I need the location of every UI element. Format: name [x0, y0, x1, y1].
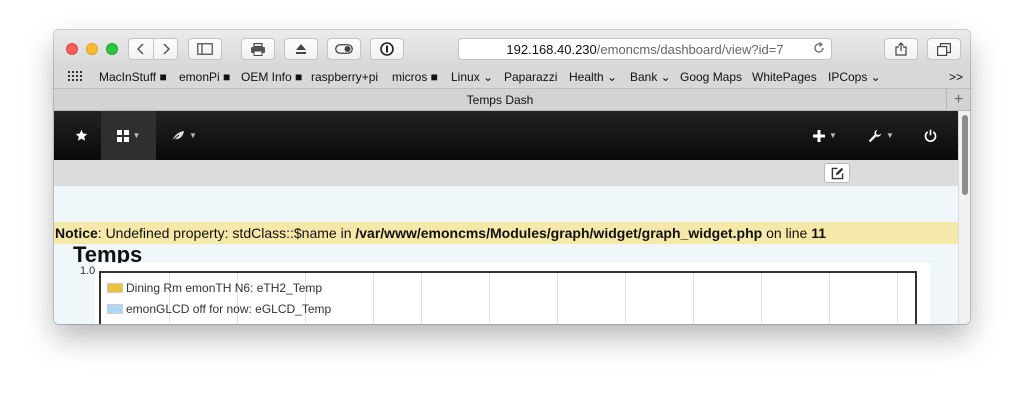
- tabs-overview-button[interactable]: [927, 38, 961, 60]
- close-window-button[interactable]: [66, 43, 78, 55]
- legend-label: emonGLCD off for now: eGLCD_Temp: [126, 302, 332, 316]
- notice-line-text: on line: [762, 225, 812, 241]
- edit-icon: [831, 167, 843, 179]
- address-bar[interactable]: 192.168.40.230/emoncms/dashboard/view?id…: [458, 38, 832, 60]
- grid-line: [897, 273, 898, 324]
- bookmark-micros[interactable]: micros ■: [392, 70, 438, 84]
- grid-line: [693, 273, 694, 324]
- eject-button[interactable]: [284, 38, 318, 60]
- bookmark-bank[interactable]: Bank ⌄: [630, 70, 671, 84]
- star-icon: [75, 129, 87, 141]
- top-sites-grid-icon[interactable]: [68, 71, 82, 83]
- chevron-down-icon: ▼: [189, 131, 197, 140]
- graph-plot-area[interactable]: Dining Rm emonTH N6: eTH2_Temp emonGLCD …: [99, 271, 917, 324]
- php-notice-banner: Notice: Undefined property: stdClass::$n…: [54, 222, 958, 244]
- bookmark-emonpi[interactable]: emonPi ■: [179, 70, 230, 84]
- reload-icon[interactable]: [813, 41, 825, 57]
- bookmarks-overflow-button[interactable]: >>: [949, 70, 963, 84]
- new-tab-button[interactable]: +: [946, 89, 970, 111]
- grid-line: [761, 273, 762, 324]
- edit-dashboard-button[interactable]: [824, 163, 850, 183]
- dashboard-menu[interactable]: ▼: [101, 111, 156, 160]
- bookmark-paparazzi[interactable]: Paparazzi: [504, 70, 557, 84]
- bookmark-health[interactable]: Health ⌄: [569, 70, 617, 84]
- grid-line: [489, 273, 490, 324]
- history-nav: [128, 38, 178, 60]
- legend-item: Dining Rm emonTH N6: eTH2_Temp: [107, 281, 322, 295]
- notice-message: : Undefined property: stdClass::$name in: [97, 225, 356, 241]
- password-button[interactable]: [370, 38, 404, 60]
- grid-line: [421, 273, 422, 324]
- web-content: ▼ ▼ ▼ ▼ Notice: Undefined property: stdC…: [54, 111, 958, 324]
- toggle-icon: [335, 44, 353, 54]
- forward-button[interactable]: [153, 38, 178, 60]
- bookmark-macinstuff[interactable]: MacInStuff ■: [99, 70, 167, 84]
- grid-line: [829, 273, 830, 324]
- add-widget-menu[interactable]: ▼: [807, 111, 843, 160]
- tabs-icon: [937, 42, 951, 56]
- grid-line: [373, 273, 374, 324]
- eject-icon: [296, 44, 306, 54]
- logout-button[interactable]: [916, 111, 944, 160]
- legend-swatch: [107, 283, 123, 293]
- dashboard-toolbar: [54, 160, 958, 186]
- dashboard-grid-icon: [116, 129, 129, 142]
- minimize-window-button[interactable]: [86, 43, 98, 55]
- extras-menu[interactable]: ▼: [164, 111, 204, 160]
- printer-icon: [251, 42, 265, 56]
- onepassword-icon: [380, 42, 394, 56]
- bookmarks-bar: MacInStuff ■ emonPi ■ OEM Info ■ raspber…: [54, 66, 970, 89]
- legend-swatch: [107, 304, 123, 314]
- tab-bar: Temps Dash +: [54, 89, 970, 111]
- bookmark-oem-info[interactable]: OEM Info ■: [241, 70, 302, 84]
- grid-line: [557, 273, 558, 324]
- y-axis-tick-top: 1.0: [80, 265, 96, 277]
- wrench-icon: [868, 129, 882, 142]
- bookmark-raspberry-pi[interactable]: raspberry+pi: [311, 70, 378, 84]
- chevron-down-icon: ▼: [132, 131, 141, 140]
- chevron-right-icon: [162, 43, 170, 55]
- back-button[interactable]: [128, 38, 153, 60]
- notice-prefix: Notice: [55, 225, 98, 241]
- power-icon: [924, 129, 936, 142]
- notice-line-number: 11: [811, 225, 827, 241]
- bookmark-goog-maps[interactable]: Goog Maps: [680, 70, 742, 84]
- browser-window: 192.168.40.230/emoncms/dashboard/view?id…: [54, 30, 970, 324]
- sidebar-icon: [197, 43, 213, 55]
- legend-item: emonGLCD off for now: eGLCD_Temp: [107, 302, 331, 316]
- plus-icon: [813, 129, 826, 142]
- setup-menu[interactable]: ▼: [862, 111, 900, 160]
- favourites-menu[interactable]: [68, 111, 94, 160]
- chevron-left-icon: [137, 43, 144, 55]
- tab-temps-dash[interactable]: Temps Dash: [54, 93, 946, 107]
- leaf-icon: [171, 130, 185, 141]
- chevron-down-icon: ▼: [829, 131, 837, 140]
- url-path: /emoncms/dashboard/view?id=7: [596, 41, 784, 57]
- share-icon: [895, 42, 907, 56]
- share-button[interactable]: [884, 38, 918, 60]
- notice-file: /var/www/emoncms/Modules/graph/widget/gr…: [355, 225, 763, 241]
- page-scrollbar[interactable]: [958, 111, 970, 324]
- bookmark-linux[interactable]: Linux ⌄: [451, 70, 493, 84]
- browser-toolbar: 192.168.40.230/emoncms/dashboard/view?id…: [54, 30, 970, 66]
- legend-label: Dining Rm emonTH N6: eTH2_Temp: [126, 281, 323, 295]
- bookmark-ipcops[interactable]: IPCops ⌄: [828, 70, 881, 84]
- scrollbar-thumb[interactable]: [962, 115, 968, 195]
- sidebar-button[interactable]: [188, 38, 222, 60]
- zoom-window-button[interactable]: [106, 43, 118, 55]
- url-host: 192.168.40.230: [506, 41, 597, 57]
- bookmark-whitepages[interactable]: WhitePages: [752, 70, 817, 84]
- toggle-button[interactable]: [327, 38, 361, 60]
- print-button[interactable]: [241, 38, 275, 60]
- chevron-down-icon: ▼: [886, 131, 894, 140]
- grid-line: [625, 273, 626, 324]
- app-navbar: ▼ ▼ ▼ ▼: [54, 111, 958, 160]
